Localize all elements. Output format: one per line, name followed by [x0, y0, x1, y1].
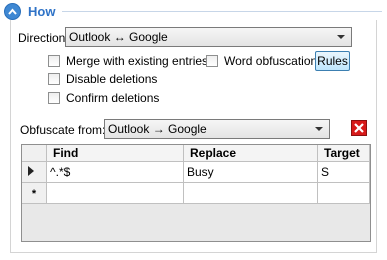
column-header-target[interactable]: Target [318, 145, 370, 162]
chevron-down-icon [337, 35, 345, 39]
direction-select[interactable]: Outlook ↔ Google [65, 27, 352, 47]
delete-button[interactable] [351, 120, 367, 136]
new-cell-target[interactable] [318, 183, 370, 204]
row-header-current[interactable] [22, 162, 47, 183]
section-title: How [28, 4, 56, 19]
rules-grid: Find Replace Target ^.*$ Busy S * [21, 144, 371, 242]
cell-target[interactable]: S [318, 162, 370, 183]
obfuscate-from-value: Outlook → Google [108, 122, 207, 136]
current-row-arrow-icon [28, 166, 34, 176]
new-cell-replace[interactable] [184, 183, 318, 204]
direction-label: Direction: [18, 31, 69, 45]
cell-find[interactable]: ^.*$ [47, 162, 184, 183]
merge-checkbox[interactable] [48, 55, 60, 67]
disable-deletions-checkbox[interactable] [48, 73, 60, 85]
grid-corner [22, 145, 47, 162]
disable-deletions-label: Disable deletions [66, 72, 158, 86]
chevron-down-icon [315, 127, 323, 131]
obfuscate-from-select[interactable]: Outlook → Google [104, 119, 330, 139]
chevron-up-icon[interactable] [4, 3, 21, 20]
confirm-deletions-checkbox[interactable] [48, 92, 60, 104]
direction-value: Outlook ↔ Google [69, 30, 168, 44]
obfuscate-from-label: Obfuscate from: [20, 123, 106, 137]
confirm-deletions-label: Confirm deletions [66, 91, 160, 105]
merge-label: Merge with existing entries [66, 54, 209, 68]
new-cell-find[interactable] [47, 183, 184, 204]
cell-replace[interactable]: Busy [184, 162, 318, 183]
column-header-replace[interactable]: Replace [184, 145, 318, 162]
word-obfuscation-checkbox[interactable] [206, 55, 218, 67]
column-header-find[interactable]: Find [47, 145, 184, 162]
rules-button[interactable]: Rules [315, 51, 350, 71]
section-header: How [0, 0, 387, 22]
close-icon [354, 123, 364, 133]
section-divider [62, 11, 382, 12]
row-header-new[interactable]: * [22, 183, 47, 204]
word-obfuscation-label: Word obfuscation [224, 54, 318, 68]
